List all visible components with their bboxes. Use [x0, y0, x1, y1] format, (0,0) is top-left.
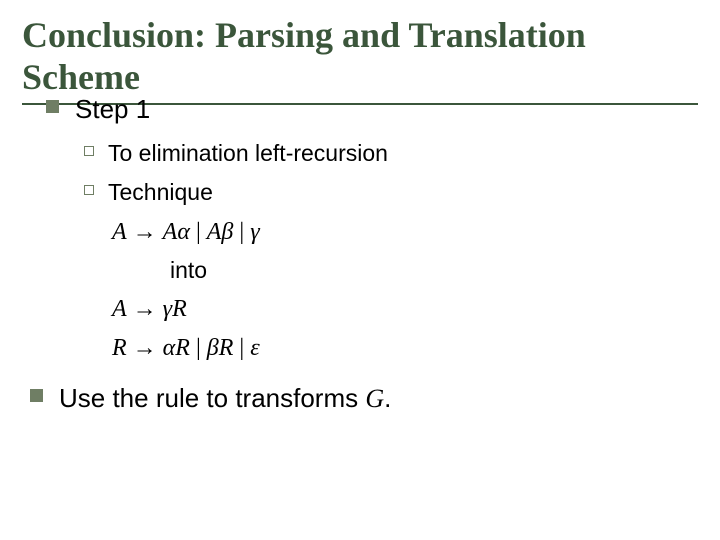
bullet-technique: Technique: [84, 178, 698, 207]
bullet-technique-label: Technique: [108, 178, 213, 207]
sym-A: A: [112, 296, 127, 322]
final-post: .: [384, 383, 391, 413]
grammar-line-2: A → γR: [112, 294, 698, 325]
sym-gammaR: γR: [163, 296, 187, 322]
arrow-icon: →: [127, 335, 163, 361]
grammar-line-3: R → αR | βR | ε: [112, 333, 698, 364]
sym-Abeta: Aβ: [207, 219, 234, 245]
sym-eps: ε: [250, 335, 259, 361]
square-bullet-icon: [46, 100, 59, 113]
final-pre: Use the rule to transforms: [59, 383, 365, 413]
hollow-square-bullet-icon: [84, 185, 94, 195]
bullet-final-label: Use the rule to transforms G.: [59, 382, 391, 416]
bar-icon: |: [190, 219, 207, 245]
square-bullet-icon: [30, 389, 43, 402]
sym-A: A: [112, 219, 127, 245]
into-label: into: [170, 256, 698, 286]
hollow-square-bullet-icon: [84, 146, 94, 156]
arrow-icon: →: [127, 219, 163, 245]
bullet-final: Use the rule to transforms G.: [30, 382, 698, 416]
bullet-elim-label: To elimination left-recursion: [108, 139, 388, 168]
final-g: G: [365, 384, 384, 413]
bar-icon: |: [190, 335, 207, 361]
bullet-elim: To elimination left-recursion: [84, 139, 698, 168]
bar-icon: |: [233, 335, 250, 361]
slide-title: Conclusion: Parsing and Translation Sche…: [22, 14, 698, 99]
sym-gamma: γ: [250, 219, 259, 245]
grammar-line-1: A → Aα | Aβ | γ: [112, 217, 698, 248]
sym-alphaR: αR: [163, 335, 190, 361]
sym-Aalpha: Aα: [163, 219, 190, 245]
arrow-icon: →: [127, 296, 163, 322]
bullet-step1-label: Step 1: [75, 93, 150, 126]
bar-icon: |: [233, 219, 250, 245]
slide: Conclusion: Parsing and Translation Sche…: [0, 0, 720, 540]
sym-betaR: βR: [207, 335, 234, 361]
sym-R: R: [112, 335, 127, 361]
bullet-step1: Step 1: [46, 93, 698, 126]
